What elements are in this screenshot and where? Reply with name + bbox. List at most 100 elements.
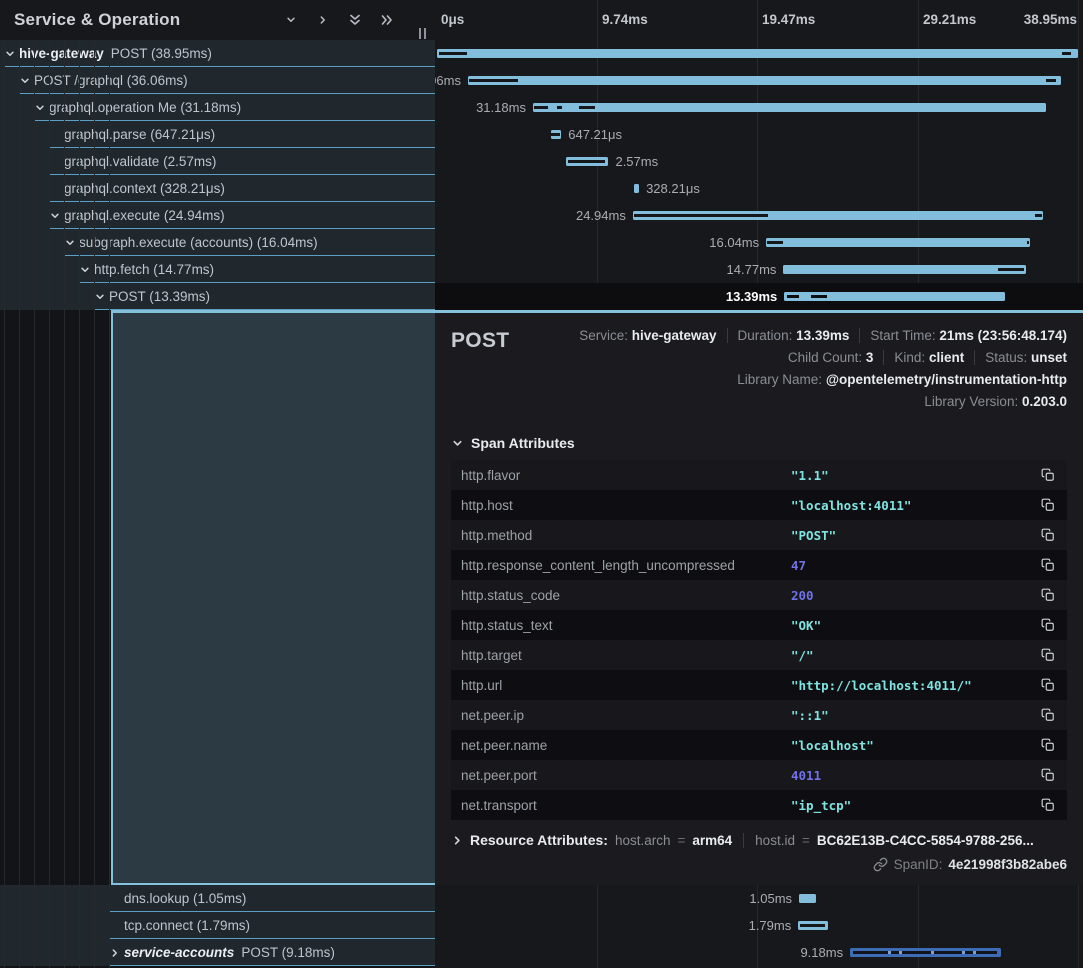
- tree-row[interactable]: hive-gatewayPOST (38.95ms): [0, 40, 435, 67]
- chevron-down-icon[interactable]: [4, 48, 16, 60]
- span-bar[interactable]: [551, 130, 562, 139]
- copy-icon[interactable]: [1039, 556, 1057, 574]
- copy-icon[interactable]: [1039, 466, 1057, 484]
- attribute-key: net.peer.ip: [461, 708, 791, 723]
- child-span-marker: [998, 268, 1024, 271]
- span-bar[interactable]: [634, 184, 639, 193]
- child-span-marker: [1062, 52, 1071, 55]
- copy-icon[interactable]: [1039, 526, 1057, 544]
- tree-row[interactable]: subgraph.execute (accounts) (16.04ms): [0, 229, 435, 256]
- indent-guide-line: [79, 40, 80, 968]
- span-bar[interactable]: [766, 238, 1030, 247]
- copy-icon[interactable]: [1039, 586, 1057, 604]
- meta-label: Start Time:: [870, 328, 939, 343]
- attribute-value: "localhost": [791, 738, 1039, 753]
- chevron-down-icon[interactable]: [49, 210, 61, 222]
- timeline-row: 9.18ms: [435, 939, 1083, 966]
- attribute-key: http.host: [461, 498, 791, 513]
- span-duration-label: 9.18ms: [800, 939, 843, 966]
- copy-icon[interactable]: [1039, 616, 1057, 634]
- attribute-row: http.url"http://localhost:4011/": [451, 670, 1067, 700]
- double-chevron-down-icon[interactable]: [347, 12, 363, 28]
- meta-value: 3: [866, 350, 874, 365]
- span-bar[interactable]: [533, 103, 1046, 112]
- timeline-row: 13.39ms: [435, 283, 1083, 310]
- attribute-key: http.target: [461, 648, 791, 663]
- meta-label: Kind:: [894, 350, 929, 365]
- equals-sign: =: [802, 833, 810, 848]
- timeline-row: 1.79ms: [435, 912, 1083, 939]
- span-bar[interactable]: [798, 921, 827, 930]
- timeline-row: 31.18ms: [435, 94, 1083, 121]
- attribute-key: http.method: [461, 528, 791, 543]
- tree-row[interactable]: POST /graphql (36.06ms): [0, 67, 435, 94]
- tree-row[interactable]: graphql.context (328.21μs): [0, 175, 435, 202]
- chevron-down-icon[interactable]: [94, 291, 106, 303]
- copy-icon[interactable]: [1039, 676, 1057, 694]
- timeline-panel: 0μs9.74ms19.47ms29.21ms38.95ms 36.06ms31…: [435, 0, 1083, 968]
- span-bar[interactable]: [783, 265, 1026, 274]
- child-span-marker: [534, 106, 548, 109]
- chevron-down-icon[interactable]: [64, 237, 76, 249]
- attribute-value: 47: [791, 558, 1039, 573]
- span-bar[interactable]: [633, 211, 1043, 220]
- copy-icon[interactable]: [1039, 796, 1057, 814]
- copy-icon[interactable]: [1039, 766, 1057, 784]
- tree-row[interactable]: graphql.execute (24.94ms): [0, 202, 435, 229]
- resource-attributes-toggle[interactable]: Resource Attributes: host.arch=arm64host…: [451, 832, 1067, 848]
- tree-row[interactable]: graphql.operation Me (31.18ms): [0, 94, 435, 121]
- span-duration-label: 328.21μs: [646, 175, 700, 202]
- tree-toolbar: [283, 12, 395, 28]
- service-name: hive-gateway: [19, 46, 104, 61]
- span-bar[interactable]: [566, 157, 608, 166]
- tree-row[interactable]: POST (13.39ms): [0, 283, 435, 310]
- timeline-row: 36.06ms: [435, 67, 1083, 94]
- span-name: POST: [451, 325, 509, 353]
- span-id-value: 4e21998f3b82abe6: [948, 857, 1067, 872]
- tree-panel-header: Service & Operation: [0, 0, 435, 40]
- column-resize-grip-icon[interactable]: [419, 26, 429, 40]
- tree-row[interactable]: dns.lookup (1.05ms): [0, 885, 435, 912]
- chevron-right-icon[interactable]: [315, 12, 331, 28]
- resource-value: BC62E13B-C4CC-5854-9788-256...: [817, 833, 1034, 848]
- child-span-dot: [973, 951, 976, 954]
- copy-icon[interactable]: [1039, 736, 1057, 754]
- timeline-axis: 0μs9.74ms19.47ms29.21ms38.95ms: [435, 0, 1083, 40]
- span-attributes-table: http.flavor"1.1"http.host"localhost:4011…: [451, 460, 1067, 820]
- chevron-down-icon[interactable]: [19, 75, 31, 87]
- chevron-right-icon[interactable]: [109, 947, 121, 959]
- span-duration-label: 31.18ms: [476, 94, 526, 121]
- span-bar[interactable]: [784, 292, 1004, 301]
- attribute-key: http.status_code: [461, 588, 791, 603]
- span-meta: Service: hive-gatewayDuration: 13.39msSt…: [579, 325, 1067, 413]
- span-label: graphql.operation Me (31.18ms): [49, 100, 241, 115]
- copy-icon[interactable]: [1039, 706, 1057, 724]
- copy-icon[interactable]: [1039, 646, 1057, 664]
- child-span-marker: [439, 52, 467, 55]
- attribute-row: http.flavor"1.1": [451, 460, 1067, 490]
- chevron-down-icon[interactable]: [79, 264, 91, 276]
- link-icon[interactable]: [873, 857, 888, 872]
- child-span-marker: [579, 106, 595, 109]
- tree-row[interactable]: tcp.connect (1.79ms): [0, 912, 435, 939]
- span-bar[interactable]: [850, 948, 1001, 957]
- tree-row[interactable]: graphql.parse (647.21μs): [0, 121, 435, 148]
- timeline-row: [435, 40, 1083, 67]
- tree-row[interactable]: service-accountsPOST (9.18ms): [0, 939, 435, 966]
- span-label: POST (9.18ms): [241, 945, 335, 960]
- meta-label: Library Version:: [924, 394, 1022, 409]
- tree-row[interactable]: graphql.validate (2.57ms): [0, 148, 435, 175]
- timeline-row: 14.77ms: [435, 256, 1083, 283]
- double-chevron-right-icon[interactable]: [379, 12, 395, 28]
- span-bar[interactable]: [468, 76, 1061, 85]
- span-bar[interactable]: [799, 894, 816, 903]
- tree-row[interactable]: http.fetch (14.77ms): [0, 256, 435, 283]
- indent-spacer: [109, 920, 121, 932]
- chevron-down-icon[interactable]: [34, 102, 46, 114]
- span-bar[interactable]: [437, 49, 1078, 58]
- span-attributes-toggle[interactable]: Span Attributes: [451, 435, 1067, 451]
- attribute-row: http.method"POST": [451, 520, 1067, 550]
- chevron-down-icon[interactable]: [283, 12, 299, 28]
- child-span-marker: [568, 160, 605, 163]
- copy-icon[interactable]: [1039, 496, 1057, 514]
